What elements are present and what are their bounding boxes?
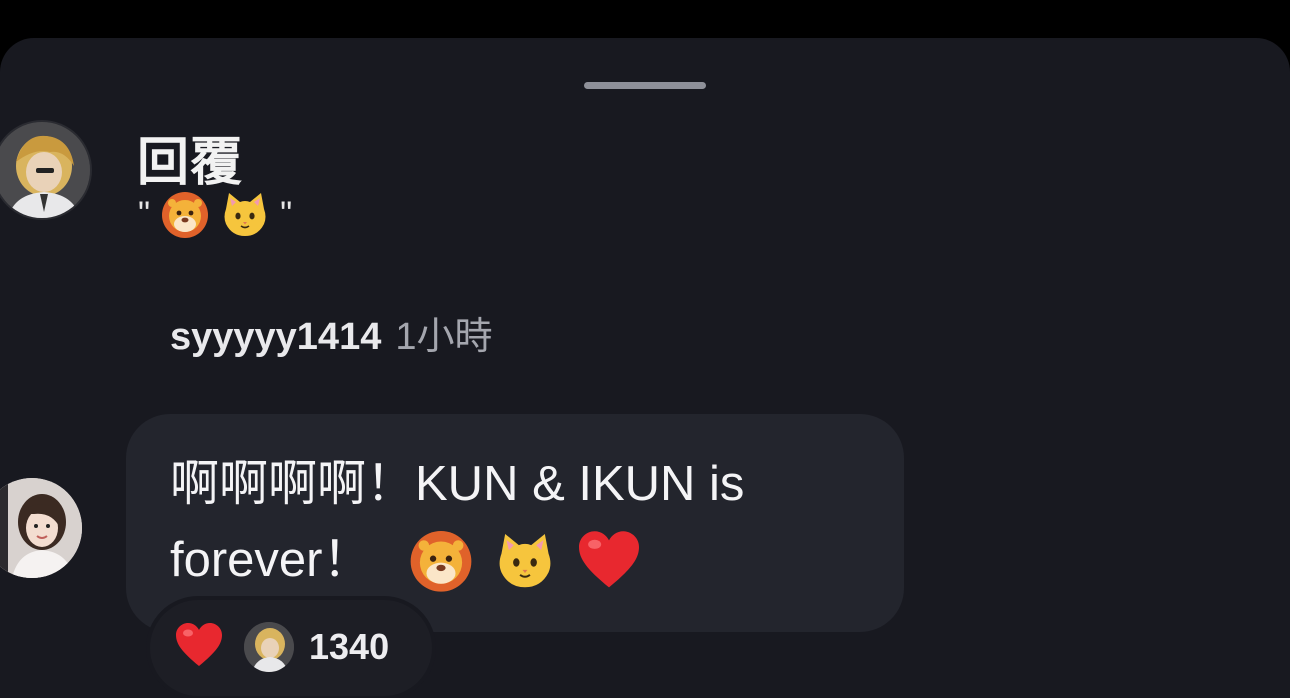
- page-title: 回覆: [137, 134, 244, 192]
- comment-text-line-2-label: forever！: [170, 533, 372, 587]
- reaction-count: 1340: [309, 626, 390, 667]
- comment-header: syyyyy1414 1小時: [170, 305, 492, 360]
- lion-face-icon: [160, 189, 210, 239]
- sheet-grabber-handle[interactable]: [584, 82, 706, 89]
- red-heart-icon: [174, 622, 224, 673]
- cat-face-icon: [220, 189, 270, 239]
- comment-text-line-2: forever！: [170, 522, 890, 598]
- comment-username[interactable]: syyyyy1414: [170, 316, 381, 359]
- quote-open: ": [138, 194, 151, 233]
- cat-face-icon: [494, 529, 556, 591]
- reactor-avatar: [244, 622, 294, 672]
- comment-timestamp: 1小時: [395, 316, 493, 358]
- quote-close: ": [280, 194, 293, 233]
- red-heart-icon: [576, 530, 642, 590]
- comment-text-line-1: 啊啊啊啊！KUN & IKUN is: [170, 457, 745, 511]
- reply-quote: " ": [138, 186, 292, 242]
- comment-text: 啊啊啊啊！KUN & IKUN is forever！: [170, 446, 890, 598]
- lion-face-icon: [408, 527, 474, 593]
- status-bar: [0, 0, 1290, 40]
